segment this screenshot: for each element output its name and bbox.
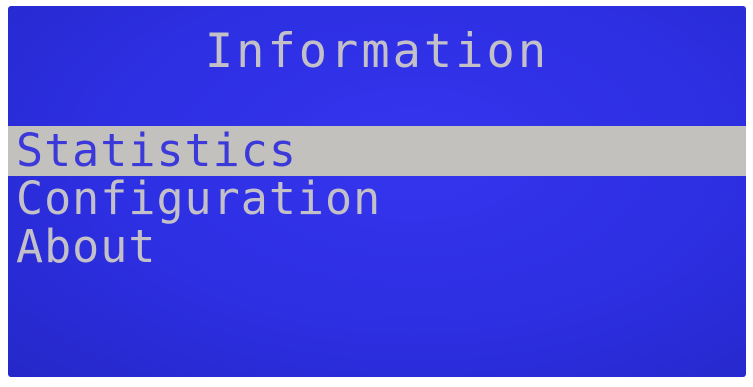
menu-item-statistics[interactable]: Statistics <box>8 126 746 176</box>
screen-title: Information <box>204 24 550 79</box>
lcd-screen: Information Statistics Configuration Abo… <box>8 6 746 377</box>
display-bezel: Information Statistics Configuration Abo… <box>0 0 753 387</box>
menu-list: Statistics Configuration About <box>8 126 746 272</box>
menu-item-configuration[interactable]: Configuration <box>8 174 746 224</box>
menu-item-about[interactable]: About <box>8 222 746 272</box>
